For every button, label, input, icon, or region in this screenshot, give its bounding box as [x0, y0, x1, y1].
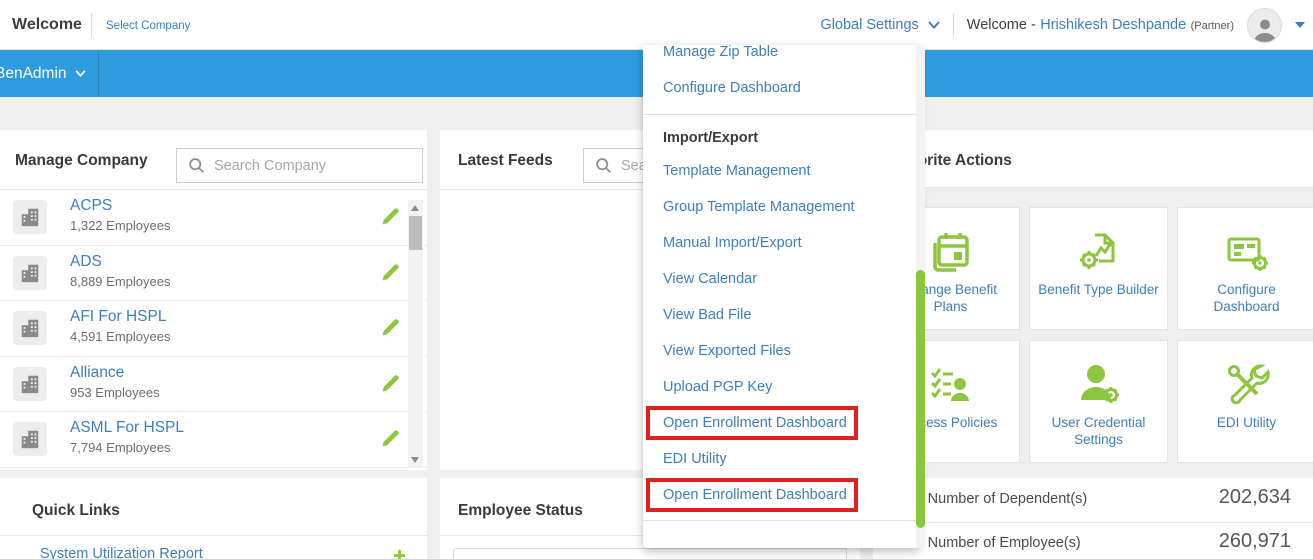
panel-title: Employee Status — [458, 502, 583, 520]
gear-chart-icon — [1075, 208, 1123, 280]
menu-section-import-export: Import/Export — [643, 123, 920, 153]
menu-item-configure-dashboard[interactable]: Configure Dashboard — [643, 70, 920, 106]
menu-item-group-template-management[interactable]: Group Template Management — [643, 189, 920, 225]
tile-configure-dashboard[interactable]: Configure Dashboard — [1177, 207, 1313, 330]
menu-item-edi-utility[interactable]: EDI Utility — [643, 441, 920, 477]
company-name-link[interactable]: ASML For HSPL — [70, 419, 184, 437]
company-employee-count: 4,591 Employees — [70, 329, 170, 344]
divider — [643, 114, 920, 115]
company-row: ASML For HSPL 7,794 Employees — [0, 412, 427, 468]
nav-item-benadmin[interactable]: BenAdmin — [0, 50, 86, 97]
menu-item-view-calendar[interactable]: View Calendar — [643, 261, 920, 297]
chevron-down-icon — [75, 70, 86, 77]
search-company-input[interactable] — [214, 158, 422, 174]
page-title: Welcome — [12, 0, 82, 50]
menu-item-template-management[interactable]: Template Management — [643, 153, 920, 189]
company-row: ADS 8,889 Employees — [0, 246, 427, 302]
chevron-down-icon — [928, 21, 940, 29]
company-row: AFI For HSPL 4,591 Employees — [0, 301, 427, 357]
panel-title: Manage Company — [15, 152, 148, 170]
person-icon — [1252, 16, 1278, 42]
search-icon — [188, 157, 205, 174]
scrollbar-thumb[interactable] — [409, 216, 422, 250]
user-welcome-text: Welcome - Hrishikesh Deshpande (Partner) — [967, 16, 1234, 34]
divider — [0, 535, 427, 536]
tile-edi-utility[interactable]: EDI Utility — [1177, 340, 1313, 463]
menu-item-manual-import-export[interactable]: Manual Import/Export — [643, 225, 920, 261]
summary-value: 260,971 — [1219, 530, 1291, 553]
scroll-up-icon[interactable] — [411, 205, 419, 211]
summary-value: 202,634 — [1219, 486, 1291, 509]
company-employee-count: 1,322 Employees — [70, 218, 170, 233]
company-name-link[interactable]: AFI For HSPL — [70, 308, 166, 326]
employee-status-content-box — [453, 548, 847, 559]
menu-item-manage-zip-table[interactable]: Manage Zip Table — [643, 45, 920, 70]
scroll-down-icon[interactable] — [411, 457, 419, 463]
favorite-actions-header: Favorite Actions — [873, 130, 1313, 188]
user-name-link[interactable]: Hrishikesh Deshpande — [1040, 17, 1186, 33]
user-role-label: (Partner) — [1191, 20, 1234, 32]
company-search-box[interactable] — [176, 148, 423, 183]
edit-pencil-icon[interactable] — [380, 262, 401, 283]
dropdown-scrollbar[interactable] — [916, 45, 925, 548]
building-icon — [13, 200, 47, 234]
global-settings-menu-button[interactable]: Global Settings — [820, 17, 939, 33]
company-name-link[interactable]: Alliance — [70, 364, 124, 382]
summary-row: Total Number of Employee(s) 260,971 — [873, 522, 1313, 559]
summary-row: Total Number of Dependent(s) 202,634 — [873, 478, 1313, 522]
summary-totals-panel: Total Number of Dependent(s) 202,634 Tot… — [873, 478, 1313, 559]
company-employee-count: 8,889 Employees — [70, 274, 170, 289]
edit-pencil-icon[interactable] — [380, 317, 401, 338]
quick-link-system-utilization-report[interactable]: System Utilization Report — [40, 546, 203, 559]
tile-benefit-type-builder[interactable]: Benefit Type Builder — [1029, 207, 1168, 330]
menu-item-open-enrollment-dashboard[interactable]: Open Enrollment Dashboard — [646, 478, 858, 512]
global-settings-dropdown: Manage Zip Table Configure Dashboard Imp… — [643, 45, 920, 548]
add-icon[interactable] — [393, 549, 406, 559]
company-name-link[interactable]: ADS — [70, 253, 102, 271]
scrollbar-thumb[interactable] — [916, 270, 925, 528]
panel-title: Quick Links — [32, 502, 120, 520]
user-gear-icon — [1075, 341, 1123, 413]
checklist-user-icon — [927, 341, 975, 413]
company-name-link[interactable]: ACPS — [70, 197, 112, 215]
company-row: Alliance 953 Employees — [0, 357, 427, 413]
edit-pencil-icon[interactable] — [380, 428, 401, 449]
global-settings-label: Global Settings — [820, 17, 918, 33]
avatar[interactable] — [1247, 8, 1282, 43]
company-list-scrollbar[interactable] — [408, 200, 423, 468]
divider — [98, 50, 99, 97]
building-icon — [13, 311, 47, 345]
divider — [91, 13, 92, 37]
dashboard-gear-icon — [1223, 208, 1271, 280]
topbar-right-cluster: Global Settings Welcome - Hrishikesh Des… — [820, 0, 1305, 50]
quick-links-panel: Quick Links System Utilization Report — [0, 478, 427, 559]
divider — [953, 13, 954, 37]
menu-item-view-bad-file[interactable]: View Bad File — [643, 297, 920, 333]
menu-item-upload-pgp-key[interactable]: Upload PGP Key — [643, 369, 920, 405]
building-icon — [13, 367, 47, 401]
manage-company-panel: Manage Company ACPS 1,322 Employees ADS … — [0, 130, 427, 470]
company-row: ACPS 1,322 Employees — [0, 190, 427, 246]
company-list: ACPS 1,322 Employees ADS 8,889 Employees… — [0, 190, 427, 468]
divider — [643, 520, 920, 521]
tools-icon — [1223, 341, 1271, 413]
dropdown-item-list: Manage Zip Table Configure Dashboard Imp… — [643, 45, 920, 548]
building-icon — [13, 422, 47, 456]
tile-user-credential-settings[interactable]: User Credential Settings — [1029, 340, 1168, 463]
menu-item-view-exported-files[interactable]: View Exported Files — [643, 333, 920, 369]
edit-pencil-icon[interactable] — [380, 206, 401, 227]
calendar-icon — [927, 208, 975, 280]
edit-pencil-icon[interactable] — [380, 373, 401, 394]
top-bar: Welcome Select Company Global Settings W… — [0, 0, 1313, 50]
select-company-link[interactable]: Select Company — [106, 0, 190, 52]
account-dropdown-caret-icon[interactable] — [1295, 22, 1305, 28]
company-employee-count: 953 Employees — [70, 385, 160, 400]
building-icon — [13, 256, 47, 290]
panel-title: Latest Feeds — [458, 152, 553, 170]
company-employee-count: 7,794 Employees — [70, 440, 170, 455]
search-icon — [595, 157, 612, 174]
menu-item-open-enrollment-dashboard[interactable]: Open Enrollment Dashboard — [646, 406, 858, 440]
